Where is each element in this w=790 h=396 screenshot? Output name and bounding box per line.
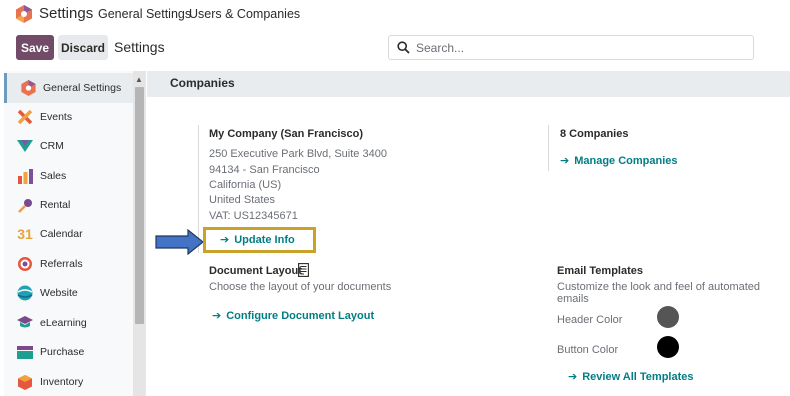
company-address-line: 250 Executive Park Blvd, Suite 3400 xyxy=(209,148,387,160)
app-title[interactable]: Settings xyxy=(39,5,93,22)
breadcrumb-title: Settings xyxy=(114,39,165,55)
company-address-line: United States xyxy=(209,194,276,206)
sidebar-item-website[interactable]: Website xyxy=(4,278,136,308)
sidebar-item-elearning[interactable]: eLearning xyxy=(4,308,136,338)
button-color-label: Button Color xyxy=(557,344,619,356)
sidebar-item-events[interactable]: Events xyxy=(4,102,136,132)
sidebar-item-label: eLearning xyxy=(40,317,87,329)
nav-general-settings[interactable]: General Settings xyxy=(98,7,191,21)
arrow-right-icon: ➔ xyxy=(568,371,578,383)
email-templates-title: Email Templates xyxy=(557,265,643,277)
company-address-line: California (US) xyxy=(209,179,282,191)
sidebar-item-calendar[interactable]: 31 Calendar xyxy=(4,219,136,249)
companies-count: 8 Companies xyxy=(560,128,629,140)
header-color-label: Header Color xyxy=(557,314,623,326)
calendar-icon: 31 xyxy=(17,226,33,242)
sidebar-item-label: General Settings xyxy=(43,82,122,94)
search-box[interactable] xyxy=(388,35,754,60)
sidebar-item-crm[interactable]: CRM xyxy=(4,131,136,161)
referrals-icon xyxy=(16,255,34,273)
sidebar-item-general-settings[interactable]: General Settings xyxy=(4,73,136,103)
email-templates-description: Customize the look and feel of automated… xyxy=(557,281,761,305)
update-info-link[interactable]: ➔ Update Info xyxy=(220,233,295,247)
settings-sidebar: General Settings Events CRM Sales Rental… xyxy=(4,71,146,396)
sidebar-item-referrals[interactable]: Referrals xyxy=(4,249,136,279)
manage-companies-label: Manage Companies xyxy=(574,154,678,167)
nav-users-companies[interactable]: Users & Companies xyxy=(189,7,300,21)
save-button[interactable]: Save xyxy=(16,35,54,60)
crm-icon xyxy=(16,137,34,155)
configure-document-layout-label: Configure Document Layout xyxy=(226,309,375,322)
sidebar-item-inventory[interactable]: Inventory xyxy=(4,367,136,396)
sidebar-item-sales[interactable]: Sales xyxy=(4,161,136,191)
scroll-up-arrow-icon[interactable]: ▲ xyxy=(135,75,143,84)
search-icon xyxy=(397,41,410,54)
annotation-arrow-icon xyxy=(155,229,204,255)
odoo-logo-icon xyxy=(19,79,37,97)
sidebar-item-label: Events xyxy=(40,111,73,123)
rental-icon xyxy=(16,196,34,214)
search-input[interactable] xyxy=(416,40,736,55)
sales-icon xyxy=(16,167,34,185)
sidebar-item-label: Website xyxy=(40,287,78,299)
company-address-line: 94134 - San Francisco xyxy=(209,164,320,176)
divider xyxy=(548,125,549,171)
sidebar-item-label: Rental xyxy=(40,199,71,211)
purchase-icon xyxy=(16,343,34,361)
events-icon xyxy=(16,108,34,126)
sidebar-item-label: Purchase xyxy=(40,346,85,358)
document-icon xyxy=(298,263,309,277)
odoo-logo-icon[interactable] xyxy=(16,5,32,23)
manage-companies-link[interactable]: ➔ Manage Companies xyxy=(560,154,678,168)
website-icon xyxy=(16,284,34,302)
document-layout-title: Document Layout xyxy=(209,265,302,277)
company-name: My Company (San Francisco) xyxy=(209,128,364,140)
header-color-swatch[interactable] xyxy=(657,306,679,328)
update-info-label: Update Info xyxy=(234,233,295,246)
document-layout-description: Choose the layout of your documents xyxy=(209,281,392,293)
sidebar-scrollbar-thumb[interactable] xyxy=(135,87,144,324)
button-color-swatch[interactable] xyxy=(657,336,679,358)
sidebar-item-label: Calendar xyxy=(40,228,83,240)
sidebar-item-purchase[interactable]: Purchase xyxy=(4,337,136,367)
sidebar-item-label: Inventory xyxy=(40,376,84,388)
company-vat: VAT: US12345671 xyxy=(209,210,298,222)
section-header-companies: Companies xyxy=(147,71,790,97)
sidebar-item-label: Referrals xyxy=(40,258,83,270)
arrow-right-icon: ➔ xyxy=(220,234,230,246)
section-title: Companies xyxy=(170,76,235,90)
arrow-right-icon: ➔ xyxy=(560,155,570,167)
configure-document-layout-link[interactable]: ➔ Configure Document Layout xyxy=(212,309,375,323)
sidebar-item-label: CRM xyxy=(40,140,64,152)
top-navbar: Settings General Settings Users & Compan… xyxy=(0,0,790,28)
elearning-icon xyxy=(16,314,34,332)
discard-button[interactable]: Discard xyxy=(58,35,108,60)
inventory-icon xyxy=(16,373,34,391)
sidebar-item-label: Sales xyxy=(40,170,67,182)
arrow-right-icon: ➔ xyxy=(212,310,222,322)
review-all-templates-label: Review All Templates xyxy=(582,370,694,383)
review-all-templates-link[interactable]: ➔ Review All Templates xyxy=(568,370,694,384)
sidebar-item-rental[interactable]: Rental xyxy=(4,190,136,220)
